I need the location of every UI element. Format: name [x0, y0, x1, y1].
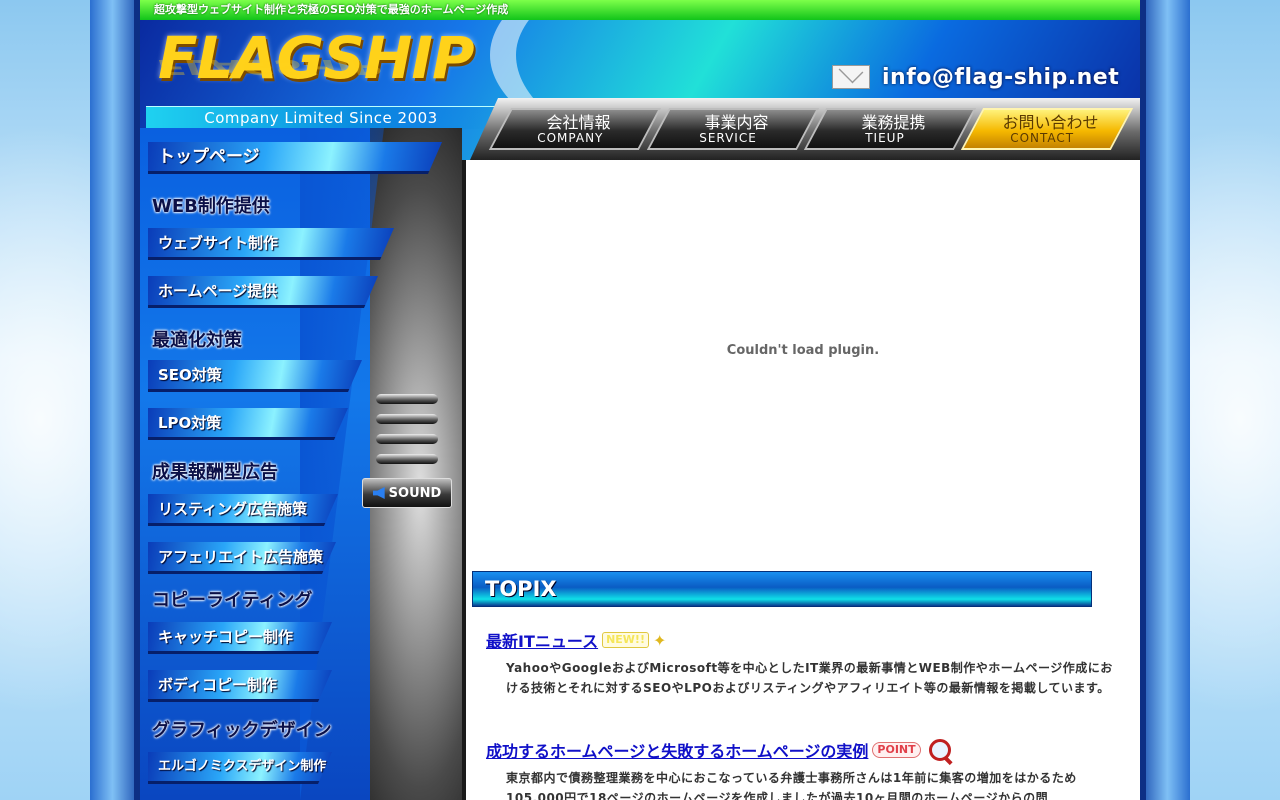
nav-contact-jp: お問い合わせ [1002, 112, 1099, 132]
tagline-bar: 超攻撃型ウェブサイト制作と究極のSEO対策で最強のホームページ作成 [140, 0, 1140, 20]
nav-service[interactable]: 事業内容 SERVICE [646, 108, 820, 150]
sidebar: トップページ WEB制作提供 ウェブサイト制作 ホームページ提供 最適化対策 S… [140, 128, 462, 800]
sidebar-item-catchcopy[interactable]: キャッチコピー制作 [148, 622, 332, 654]
nav-tieup-en: TIEUP [865, 130, 906, 145]
sidebar-item-top[interactable]: トップページ [148, 142, 442, 174]
sound-label: SOUND [388, 485, 442, 501]
email-link[interactable]: info@flag-ship.net [832, 62, 1119, 92]
sidebar-heading-web: WEB制作提供 [152, 196, 270, 217]
sidebar-item-listing[interactable]: リスティング広告施策 [148, 494, 338, 526]
nav-tieup[interactable]: 業務提携 TIEUP [803, 108, 977, 150]
mail-icon [832, 65, 870, 89]
sidebar-heading-optimize: 最適化対策 [152, 330, 242, 351]
topix-header: TOPIX [472, 571, 1092, 607]
left-decor-stripe [90, 0, 140, 800]
sound-button[interactable]: SOUND [362, 478, 452, 508]
logo-reflection: FLAGSHIP [158, 55, 382, 78]
main-content: Couldn't load plugin. TOPIX 最新ITニュース NEW… [462, 160, 1140, 800]
plugin-placeholder: Couldn't load plugin. [466, 160, 1140, 540]
nav-contact-en: CONTACT [1010, 130, 1075, 145]
sidebar-heading-graphic: グラフィックデザイン [152, 720, 332, 741]
news-title-row: 最新ITニュース NEW!! ✦ [486, 628, 1116, 652]
news-link-success[interactable]: 成功するホームページと失敗するホームページの実例 [486, 738, 868, 762]
sidebar-item-ergonomics[interactable]: エルゴノミクスデザイン制作 [148, 752, 332, 784]
nav-service-en: SERVICE [699, 130, 758, 145]
nav-company-en: COMPANY [537, 130, 604, 145]
email-text: info@flag-ship.net [882, 64, 1120, 90]
since-banner: Company Limited Since 2003 [146, 106, 496, 129]
news-body: YahooやGoogleおよびMicrosoft等を中心としたIT業界の最新事情… [506, 661, 1113, 695]
news-title-row: 成功するホームページと失敗するホームページの実例 POINT [486, 738, 1116, 762]
speaker-grille [376, 394, 438, 474]
sidebar-item-lpo[interactable]: LPO対策 [148, 408, 348, 440]
nav-tieup-jp: 業務提携 [861, 112, 926, 132]
right-decor-stripe [1140, 0, 1190, 800]
news-link-it[interactable]: 最新ITニュース [486, 628, 598, 652]
sidebar-item-homepage[interactable]: ホームページ提供 [148, 276, 378, 308]
nav-company[interactable]: 会社情報 COMPANY [488, 108, 662, 150]
sidebar-item-bodycopy[interactable]: ボディコピー制作 [148, 670, 332, 702]
news-item: 最新ITニュース NEW!! ✦ YahooやGoogleおよびMicrosof… [486, 628, 1116, 698]
sidebar-heading-affiliate: 成果報酬型広告 [152, 462, 278, 483]
news-item: 成功するホームページと失敗するホームページの実例 POINT 東京都内で債務整理… [486, 738, 1116, 800]
nav-company-jp: 会社情報 [546, 112, 611, 132]
speaker-icon [372, 487, 385, 499]
new-badge: NEW!! [602, 632, 649, 648]
site-container: 超攻撃型ウェブサイト制作と究極のSEO対策で最強のホームページ作成 FLAGSH… [140, 0, 1140, 800]
news-body: 東京都内で債務整理業務を中心におこなっている弁護士事務所さんは1年前に集客の増加… [506, 771, 1077, 800]
nav-contact[interactable]: お問い合わせ CONTACT [960, 108, 1134, 150]
sidebar-heading-copy: コピーライティング [152, 590, 313, 611]
sidebar-item-seo[interactable]: SEO対策 [148, 360, 362, 392]
sidebar-item-affiliate[interactable]: アフェリエイト広告施策 [148, 542, 336, 574]
sparkle-icon: ✦ [652, 630, 667, 650]
sidebar-item-website[interactable]: ウェブサイト制作 [148, 228, 394, 260]
plugin-message: Couldn't load plugin. [726, 342, 880, 358]
point-badge: POINT [872, 742, 921, 758]
nav-service-jp: 事業内容 [704, 112, 769, 132]
magnifier-icon [928, 739, 951, 761]
